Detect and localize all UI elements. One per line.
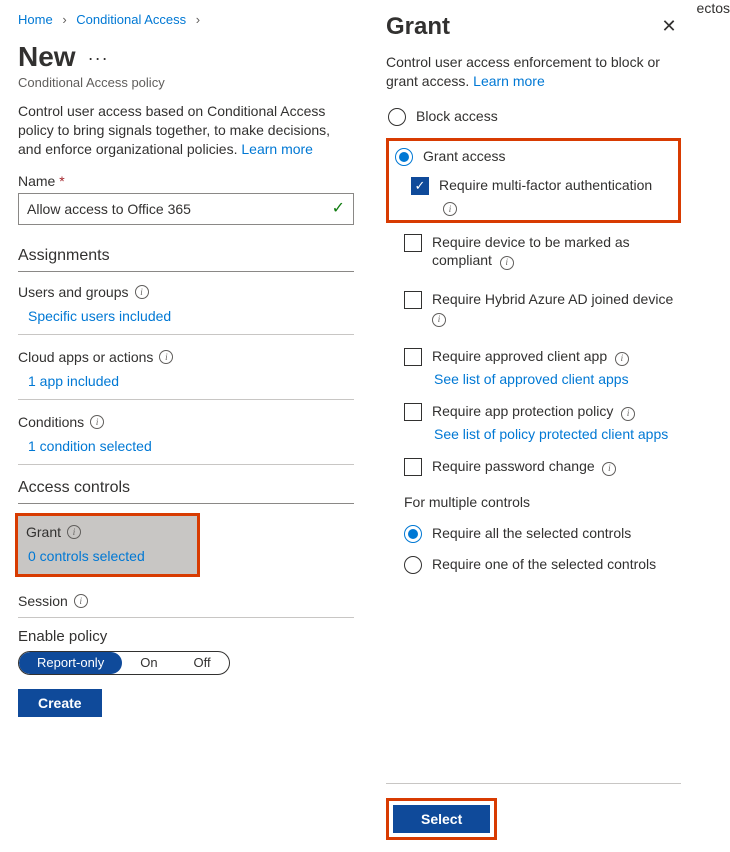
checkmark-icon: ✓ — [332, 201, 345, 217]
info-icon[interactable]: i — [615, 352, 629, 366]
conditions[interactable]: Conditions i 1 condition selected — [18, 414, 354, 465]
checkbox-icon[interactable] — [404, 403, 422, 421]
grant-status-link[interactable]: 0 controls selected — [28, 548, 145, 564]
chevron-right-icon: › — [196, 12, 200, 27]
checkbox-icon[interactable] — [404, 291, 422, 309]
info-icon[interactable]: i — [135, 285, 149, 299]
breadcrumb: Home › Conditional Access › — [18, 12, 354, 27]
radio-icon[interactable] — [395, 148, 413, 166]
multiple-controls-header: For multiple controls — [404, 494, 681, 510]
opt-require-password-change[interactable]: Require password change i — [404, 457, 681, 476]
opt-require-mfa[interactable]: ✓ Require multi-factor authentication — [411, 176, 674, 195]
cloud-apps[interactable]: Cloud apps or actions i 1 app included — [18, 349, 354, 400]
info-icon[interactable]: i — [500, 256, 514, 270]
learn-more-link[interactable]: Learn more — [241, 141, 313, 157]
select-button-highlight: Select — [386, 798, 497, 840]
create-button[interactable]: Create — [18, 689, 102, 717]
opt-grant-access[interactable]: Grant access — [393, 147, 674, 166]
toggle-on[interactable]: On — [122, 652, 175, 674]
radio-icon[interactable] — [388, 108, 406, 126]
radio-icon[interactable] — [404, 556, 422, 574]
opt-require-all[interactable]: Require all the selected controls — [404, 524, 681, 543]
name-label: Name * — [18, 173, 354, 189]
info-icon[interactable]: i — [602, 462, 616, 476]
info-icon[interactable]: i — [443, 202, 457, 216]
opt-require-approved-app[interactable]: Require approved client app i — [404, 347, 681, 366]
info-icon[interactable]: i — [159, 350, 173, 364]
panel-title: Grant — [386, 13, 450, 41]
enable-policy-label: Enable policy — [18, 628, 354, 645]
opt-require-compliant[interactable]: Require device to be marked as compliant… — [404, 233, 681, 270]
radio-icon[interactable] — [404, 525, 422, 543]
approved-apps-link[interactable]: See list of approved client apps — [434, 370, 681, 388]
checkbox-icon[interactable] — [404, 348, 422, 366]
select-button[interactable]: Select — [393, 805, 490, 833]
assignments-header: Assignments — [18, 247, 354, 272]
users-link[interactable]: Specific users included — [28, 308, 171, 324]
opt-require-one[interactable]: Require one of the selected controls — [404, 555, 681, 574]
enable-policy-toggle[interactable]: Report-only On Off — [18, 651, 230, 675]
opt-block-access[interactable]: Block access — [386, 107, 681, 126]
checkbox-icon[interactable] — [404, 458, 422, 476]
toggle-off[interactable]: Off — [176, 652, 229, 674]
info-icon[interactable]: i — [90, 415, 104, 429]
checkbox-icon[interactable] — [404, 234, 422, 252]
apps-link[interactable]: 1 app included — [28, 373, 119, 389]
info-icon[interactable]: i — [621, 407, 635, 421]
close-icon[interactable]: ✕ — [657, 12, 680, 41]
opt-require-protection[interactable]: Require app protection policy i — [404, 402, 681, 421]
access-controls-header: Access controls — [18, 479, 354, 504]
panel-description: Control user access enforcement to block… — [386, 53, 681, 91]
more-actions-icon[interactable]: ··· — [88, 48, 109, 69]
toggle-report-only[interactable]: Report-only — [19, 652, 122, 674]
name-input[interactable]: Allow access to Office 365 ✓ — [18, 193, 354, 225]
opt-require-hybrid[interactable]: Require Hybrid Azure AD joined device i — [404, 290, 681, 327]
conditions-link[interactable]: 1 condition selected — [28, 438, 152, 454]
grant-access-highlight: Grant access ✓ Require multi-factor auth… — [386, 138, 681, 223]
page-subtitle: Conditional Access policy — [18, 75, 354, 90]
protection-apps-link[interactable]: See list of policy protected client apps — [434, 425, 681, 443]
page-title: New — [18, 41, 76, 73]
info-icon[interactable]: i — [432, 313, 446, 327]
grant-control[interactable]: Grant i 0 controls selected — [15, 513, 200, 577]
checkbox-icon[interactable]: ✓ — [411, 177, 429, 195]
info-icon[interactable]: i — [74, 594, 88, 608]
users-and-groups[interactable]: Users and groups i Specific users includ… — [18, 284, 354, 335]
panel-learn-more[interactable]: Learn more — [473, 73, 545, 89]
page-description: Control user access based on Conditional… — [18, 102, 354, 159]
session-control[interactable]: Session i — [18, 585, 354, 618]
breadcrumb-home[interactable]: Home — [18, 12, 53, 27]
chevron-right-icon: › — [62, 12, 66, 27]
breadcrumb-conditional-access[interactable]: Conditional Access — [76, 12, 186, 27]
info-icon[interactable]: i — [67, 525, 81, 539]
